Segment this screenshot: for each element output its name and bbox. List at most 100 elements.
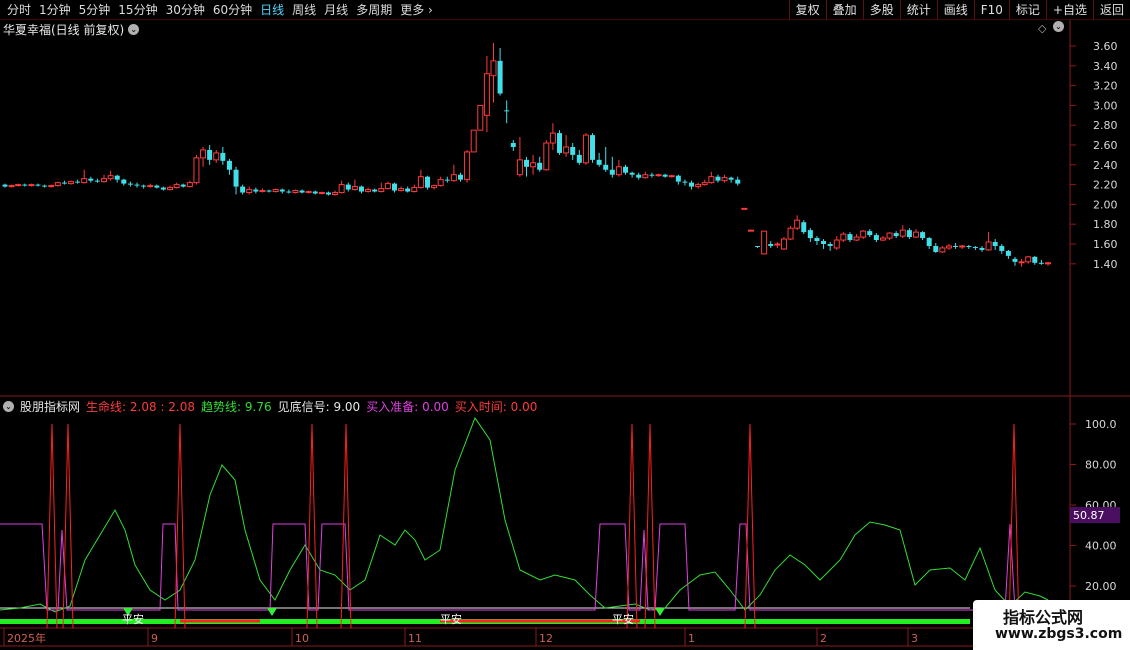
- price-tick-label: 2.00: [1093, 198, 1118, 211]
- candle: [444, 176, 450, 183]
- candle: [510, 140, 516, 151]
- candle-body: [160, 187, 166, 190]
- candle-body: [516, 159, 523, 176]
- candle-body: [450, 174, 457, 182]
- candle-body: [1012, 258, 1018, 262]
- chevron-down-icon[interactable]: ⌄: [128, 24, 140, 35]
- indicator-tick-label: 80.00: [1085, 459, 1117, 472]
- trend-line: [0, 416, 1049, 613]
- candle-body: [167, 187, 174, 191]
- candle-body: [879, 237, 886, 241]
- diamond-icon[interactable]: ◇: [1038, 22, 1046, 35]
- candle: [814, 236, 820, 245]
- candle-body: [999, 245, 1005, 251]
- candle: [483, 55, 490, 133]
- candle: [682, 179, 688, 186]
- candle-body: [299, 190, 305, 193]
- candle-body: [325, 192, 331, 195]
- candle-body: [543, 142, 550, 171]
- candle: [220, 146, 226, 165]
- candle: [490, 43, 497, 103]
- candle: [807, 228, 813, 243]
- indicator-tick-label: 20.00: [1085, 580, 1117, 593]
- candle: [292, 189, 299, 194]
- candle-body: [207, 149, 213, 160]
- candle: [662, 173, 668, 178]
- date-tick-label: 1: [688, 632, 695, 645]
- candle: [332, 190, 339, 196]
- price-tick-label: 2.60: [1093, 139, 1118, 152]
- candle: [582, 133, 589, 165]
- candle: [154, 184, 160, 189]
- candle-body: [682, 181, 688, 183]
- candle-body: [35, 184, 41, 186]
- candle-body: [28, 184, 35, 187]
- candle: [2, 183, 8, 188]
- candle-body: [233, 169, 239, 187]
- candle-body: [457, 174, 463, 180]
- candle: [689, 180, 695, 190]
- candle: [768, 241, 774, 248]
- candle: [351, 179, 358, 191]
- candle: [286, 189, 292, 194]
- candle-body: [332, 192, 339, 196]
- candle-body: [127, 183, 133, 185]
- candle-body: [200, 149, 207, 159]
- candle-body: [88, 178, 94, 181]
- candle-body: [405, 188, 411, 192]
- candle-body: [470, 129, 477, 153]
- candle-body: [570, 146, 576, 155]
- candle-body: [655, 174, 662, 177]
- candle: [134, 182, 140, 188]
- candle-body: [596, 159, 602, 165]
- candle-body: [134, 184, 140, 186]
- candle-body: [933, 245, 939, 252]
- candle-body: [42, 185, 48, 187]
- candle-body: [853, 236, 860, 241]
- candle: [193, 154, 200, 185]
- candle: [701, 179, 708, 186]
- settings-circle-icon[interactable]: ⌄: [1053, 21, 1064, 32]
- candle-body: [794, 219, 801, 229]
- candle: [411, 184, 418, 193]
- candle-body: [953, 245, 959, 247]
- candle: [972, 245, 978, 250]
- candle: [42, 184, 48, 188]
- candle: [207, 145, 213, 165]
- candle-body: [701, 182, 708, 186]
- candle-body: [563, 146, 570, 154]
- stock-title[interactable]: 华夏幸福(日线 前复权) ⌄: [3, 21, 140, 38]
- candle: [985, 232, 992, 251]
- candle-body: [609, 169, 615, 175]
- candle: [926, 237, 932, 249]
- candle: [173, 182, 180, 189]
- candle-body: [1018, 261, 1025, 264]
- candle-body: [780, 238, 787, 250]
- candle: [642, 171, 649, 179]
- candle-body: [979, 247, 985, 250]
- candle: [160, 186, 166, 191]
- candle: [88, 176, 94, 183]
- buy-signal-arrow: [267, 608, 277, 616]
- candle-body: [985, 241, 992, 251]
- candle-body: [61, 182, 67, 184]
- candle-body: [1005, 250, 1011, 256]
- candle-body: [906, 230, 912, 238]
- price-tick-label: 2.40: [1093, 159, 1118, 172]
- candle-body: [464, 151, 471, 181]
- candle: [312, 190, 318, 195]
- candle: [213, 149, 220, 163]
- indicator-menu-icon[interactable]: ⌄: [3, 401, 14, 412]
- candle-body: [1032, 256, 1038, 263]
- candle-body: [424, 176, 430, 188]
- candle-body: [530, 162, 537, 168]
- kline-chart[interactable]: 3.60 3.40 3.20 3.00 2.80 2.60 2.40 2.20 2.00 1.80…: [0, 0, 1130, 650]
- candle-body: [193, 157, 200, 184]
- date-tick-label: 2025年: [7, 631, 46, 645]
- candle: [338, 180, 345, 194]
- candle-body: [246, 189, 253, 194]
- indicator-tick-label: 40.00: [1085, 540, 1117, 553]
- date-tick-label: 3: [911, 632, 918, 645]
- candle: [1045, 261, 1051, 266]
- candle-body: [972, 246, 978, 248]
